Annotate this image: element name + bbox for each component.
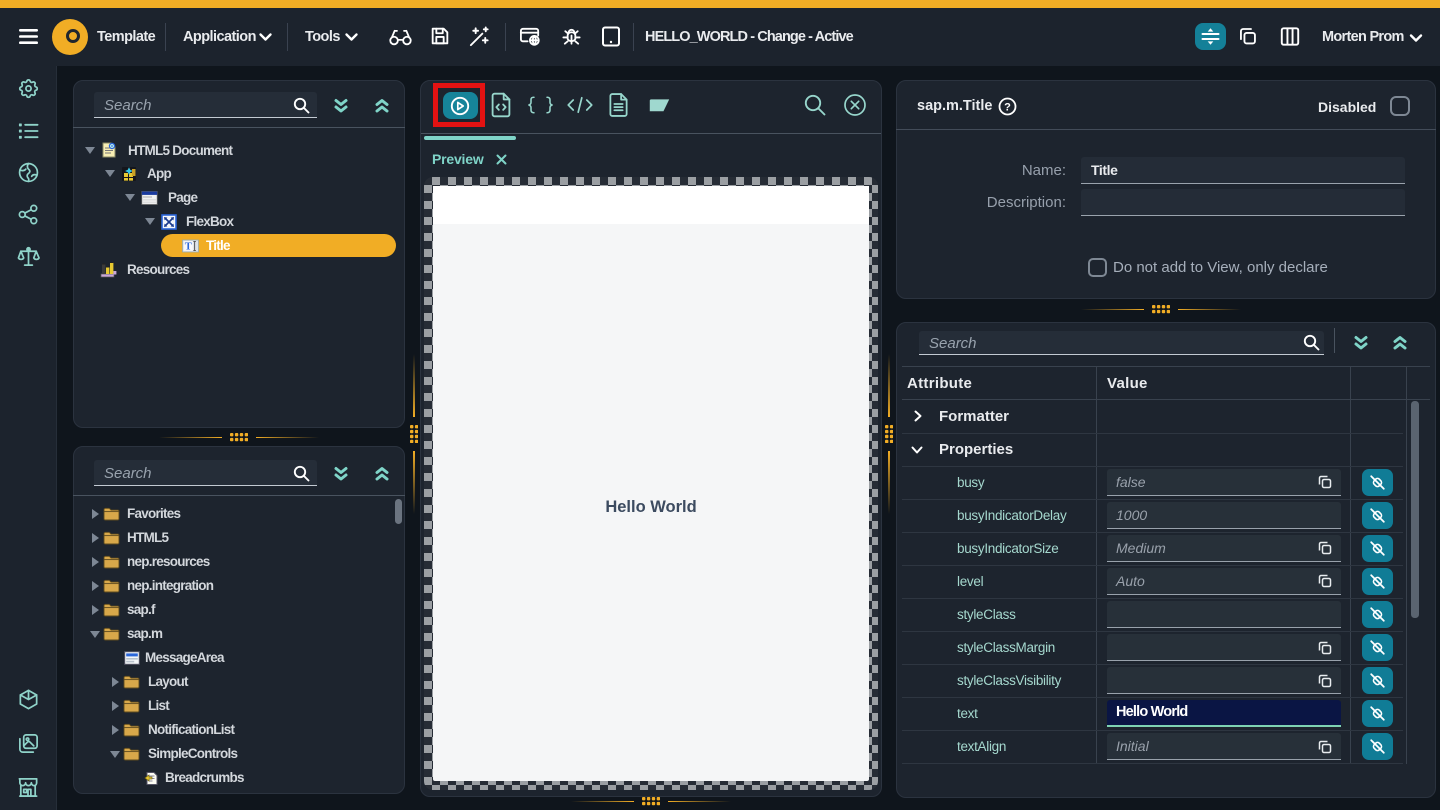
svg-text:T: T [185,241,192,252]
svg-text:?: ? [1004,101,1011,113]
